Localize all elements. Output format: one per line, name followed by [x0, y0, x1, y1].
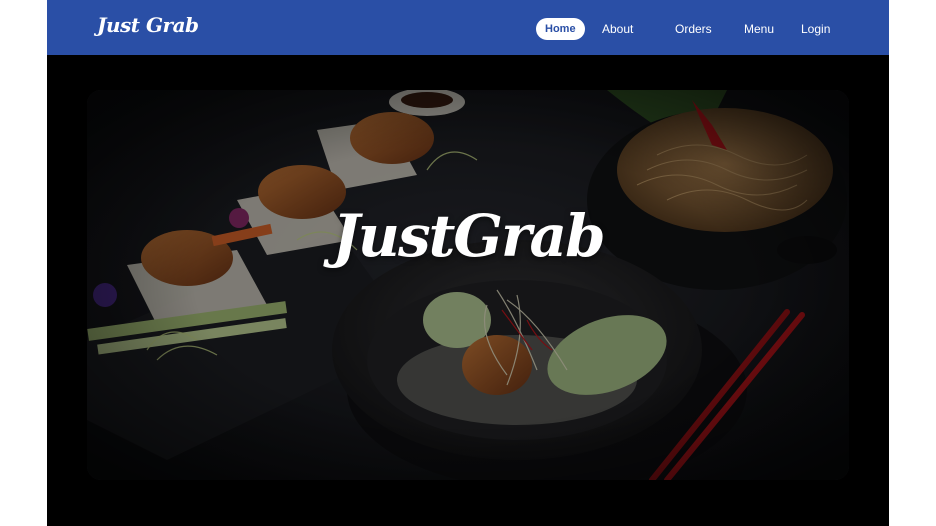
page: Just Grab Home About Orders Menu Login J… — [47, 0, 889, 526]
nav-item-orders[interactable]: Orders — [675, 18, 712, 40]
navbar: Just Grab Home About Orders Menu Login — [47, 0, 889, 55]
hero-banner: JustGrab — [87, 90, 849, 480]
hero-title: JustGrab — [332, 202, 605, 270]
nav-item-menu[interactable]: Menu — [744, 18, 774, 40]
hero-food-image — [87, 90, 849, 480]
nav-item-login[interactable]: Login — [801, 18, 830, 40]
brand-logo[interactable]: Just Grab — [97, 13, 199, 37]
nav-item-about[interactable]: About — [602, 18, 633, 40]
nav-item-home[interactable]: Home — [536, 18, 585, 40]
